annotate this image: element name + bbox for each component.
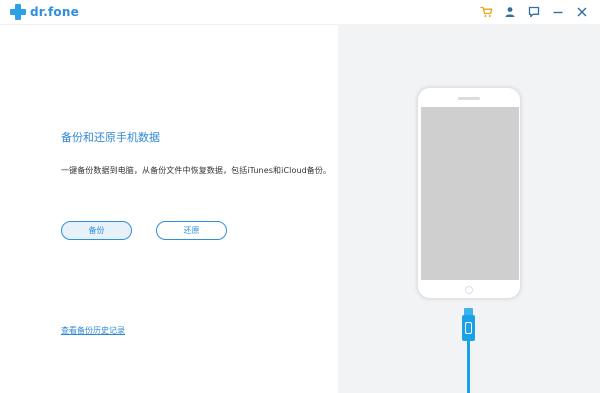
- app-name: dr.fone: [30, 5, 79, 19]
- page-title: 备份和还原手机数据: [61, 131, 160, 144]
- phone-illustration: [417, 87, 521, 299]
- window-controls: [474, 3, 594, 21]
- restore-button[interactable]: 还原: [156, 221, 227, 240]
- content-pane: 备份和还原手机数据 一键备份数据到电脑，从备份文件中恢复数据，包括iTunes和…: [0, 24, 338, 393]
- phone-speaker: [458, 97, 480, 100]
- feedback-icon[interactable]: [522, 3, 546, 21]
- minimize-icon[interactable]: [546, 3, 570, 21]
- backup-button[interactable]: 备份: [61, 221, 132, 240]
- title-bar: dr.fone: [0, 0, 600, 24]
- plus-logo-icon: [10, 4, 26, 20]
- close-icon[interactable]: [570, 3, 594, 21]
- usb-plug-slot: [465, 322, 472, 334]
- illustration-pane: [338, 24, 600, 393]
- phone-home-button: [465, 286, 473, 294]
- cart-icon[interactable]: [474, 3, 498, 21]
- usb-cable: [467, 341, 470, 393]
- backup-history-link[interactable]: 查看备份历史记录: [61, 325, 125, 336]
- phone-screen: [421, 107, 519, 280]
- page-description: 一键备份数据到电脑，从备份文件中恢复数据，包括iTunes和iCloud备份。: [61, 166, 332, 175]
- app-logo: dr.fone: [10, 4, 79, 20]
- user-icon[interactable]: [498, 3, 522, 21]
